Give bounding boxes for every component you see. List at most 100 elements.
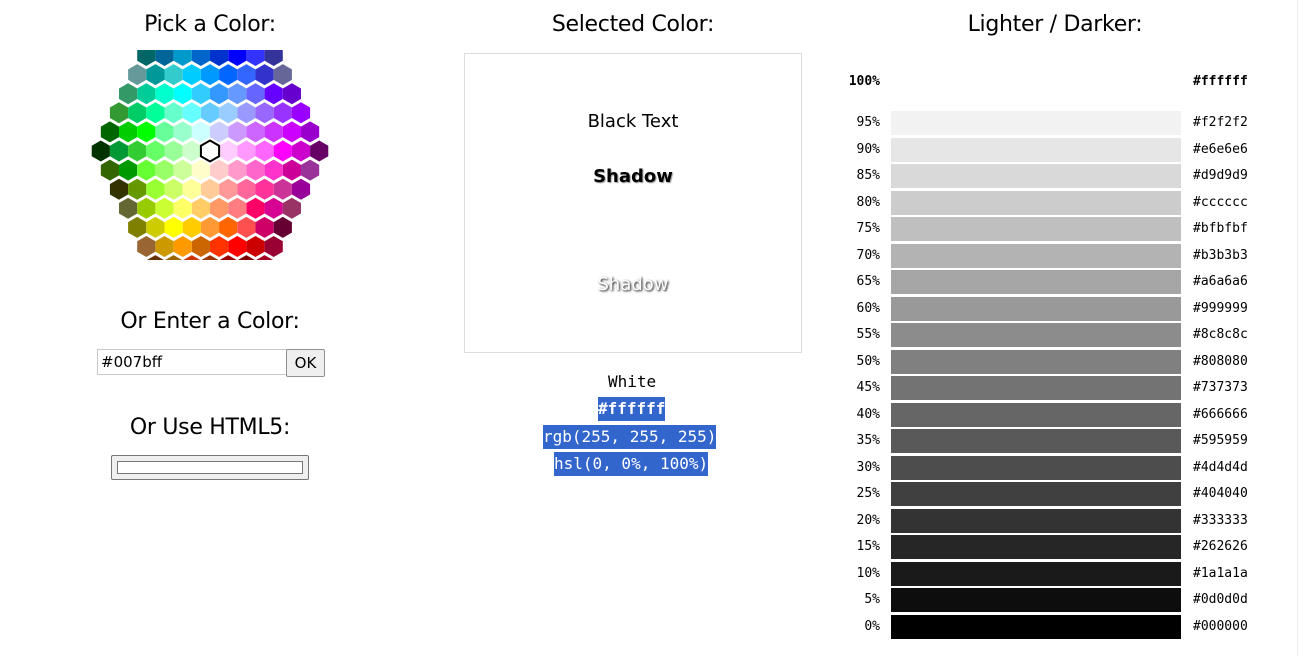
- hex-swatch[interactable]: [146, 102, 165, 124]
- hex-swatch[interactable]: [228, 197, 247, 219]
- hex-swatch[interactable]: [100, 159, 119, 181]
- hex-swatch[interactable]: [173, 236, 192, 257]
- hex-swatch[interactable]: [191, 83, 210, 105]
- ok-button[interactable]: OK: [286, 349, 325, 377]
- hex-swatch[interactable]: [228, 121, 247, 143]
- hex-swatch[interactable]: [273, 178, 292, 200]
- hex-swatch[interactable]: [200, 64, 220, 86]
- hex-swatch[interactable]: [255, 178, 274, 200]
- hex-swatch[interactable]: [246, 50, 265, 66]
- shade-swatch[interactable]: [891, 535, 1181, 559]
- shade-swatch[interactable]: [891, 296, 1181, 321]
- shade-swatch[interactable]: [891, 217, 1181, 241]
- hex-swatch[interactable]: [128, 140, 147, 162]
- hex-swatch[interactable]: [282, 159, 301, 181]
- shade-swatch[interactable]: [891, 349, 1181, 374]
- hex-swatch[interactable]: [219, 216, 238, 238]
- hex-swatch[interactable]: [246, 83, 265, 105]
- shade-swatch[interactable]: [891, 482, 1181, 506]
- hex-swatch[interactable]: [164, 64, 183, 86]
- hex-swatch[interactable]: [128, 178, 147, 200]
- hex-swatch[interactable]: [173, 83, 192, 105]
- hex-swatch[interactable]: [119, 83, 138, 105]
- hex-swatch[interactable]: [137, 236, 156, 257]
- hex-swatch[interactable]: [255, 140, 274, 162]
- hex-swatch[interactable]: [210, 83, 229, 105]
- shade-swatch[interactable]: [891, 190, 1181, 215]
- color-input[interactable]: [97, 349, 287, 375]
- hex-swatch[interactable]: [246, 159, 265, 181]
- hex-swatch[interactable]: [273, 216, 292, 238]
- hex-swatch[interactable]: [228, 236, 247, 257]
- hex-swatch[interactable]: [155, 121, 174, 143]
- hex-swatch[interactable]: [137, 159, 156, 181]
- hex-swatch[interactable]: [191, 236, 210, 257]
- hex-swatch[interactable]: [191, 197, 210, 219]
- hex-swatch[interactable]: [219, 140, 238, 162]
- hex-swatch[interactable]: [301, 159, 320, 181]
- shade-swatch[interactable]: [891, 429, 1181, 453]
- hex-swatch[interactable]: [273, 102, 292, 124]
- hex-swatch[interactable]: [282, 197, 301, 219]
- shade-swatch[interactable]: [891, 376, 1181, 400]
- hex-swatch[interactable]: [191, 159, 210, 181]
- hex-swatch[interactable]: [291, 140, 311, 162]
- hex-swatch[interactable]: [228, 50, 247, 66]
- hex-swatch[interactable]: [109, 140, 129, 162]
- hex-swatch[interactable]: [200, 216, 220, 238]
- hex-swatch[interactable]: [146, 178, 165, 200]
- hex-swatch[interactable]: [200, 102, 220, 124]
- hex-swatch[interactable]: [310, 140, 329, 162]
- hex-swatch[interactable]: [91, 140, 110, 162]
- hex-swatch[interactable]: [155, 159, 174, 181]
- hex-swatch[interactable]: [155, 197, 174, 219]
- shade-swatch[interactable]: [891, 323, 1181, 347]
- hex-swatch[interactable]: [237, 178, 256, 200]
- hex-swatch[interactable]: [182, 140, 201, 162]
- html5-color-picker[interactable]: [111, 455, 309, 480]
- hex-swatch[interactable]: [164, 102, 183, 124]
- hex-swatch[interactable]: [210, 159, 229, 181]
- hex-swatch[interactable]: [146, 140, 165, 162]
- hex-swatch[interactable]: [200, 178, 220, 200]
- hex-swatch[interactable]: [146, 255, 164, 260]
- hex-swatch[interactable]: [256, 255, 274, 260]
- hex-swatch[interactable]: [228, 83, 247, 105]
- hex-swatch[interactable]: [137, 197, 156, 219]
- hex-swatch[interactable]: [146, 216, 165, 238]
- hex-swatch[interactable]: [255, 102, 274, 124]
- hex-swatch[interactable]: [273, 64, 292, 86]
- hex-swatch[interactable]: [291, 102, 311, 124]
- shade-swatch[interactable]: [891, 614, 1181, 639]
- shade-swatch[interactable]: [891, 455, 1181, 480]
- hex-swatch[interactable]: [128, 64, 147, 86]
- hex-swatch[interactable]: [210, 50, 229, 66]
- hex-swatch[interactable]: [282, 83, 301, 105]
- hex-swatch[interactable]: [173, 121, 192, 143]
- shade-swatch[interactable]: [891, 243, 1181, 268]
- hex-swatch[interactable]: [128, 102, 147, 124]
- hex-swatch[interactable]: [255, 64, 274, 86]
- shade-swatch[interactable]: [891, 164, 1181, 188]
- hex-swatch[interactable]: [191, 50, 210, 66]
- hex-swatch[interactable]: [237, 255, 255, 260]
- hex-swatch[interactable]: [155, 83, 174, 105]
- hex-swatch[interactable]: [228, 159, 247, 181]
- hex-swatch[interactable]: [219, 102, 238, 124]
- hex-swatch[interactable]: [219, 255, 237, 260]
- hex-swatch[interactable]: [119, 121, 138, 143]
- hex-swatch[interactable]: [128, 216, 147, 238]
- shade-swatch[interactable]: [891, 111, 1181, 135]
- hex-swatch[interactable]: [164, 216, 183, 238]
- hex-swatch[interactable]: [264, 159, 283, 181]
- hex-swatch[interactable]: [173, 197, 192, 219]
- hex-swatch[interactable]: [165, 255, 183, 260]
- hex-swatch[interactable]: [137, 83, 156, 105]
- hex-swatch[interactable]: [246, 197, 265, 219]
- hex-swatch[interactable]: [237, 216, 256, 238]
- hex-swatch[interactable]: [264, 50, 283, 66]
- hex-swatch[interactable]: [183, 255, 201, 260]
- hex-swatch[interactable]: [210, 236, 229, 257]
- hex-swatch[interactable]: [237, 64, 256, 86]
- hex-swatch[interactable]: [146, 64, 165, 86]
